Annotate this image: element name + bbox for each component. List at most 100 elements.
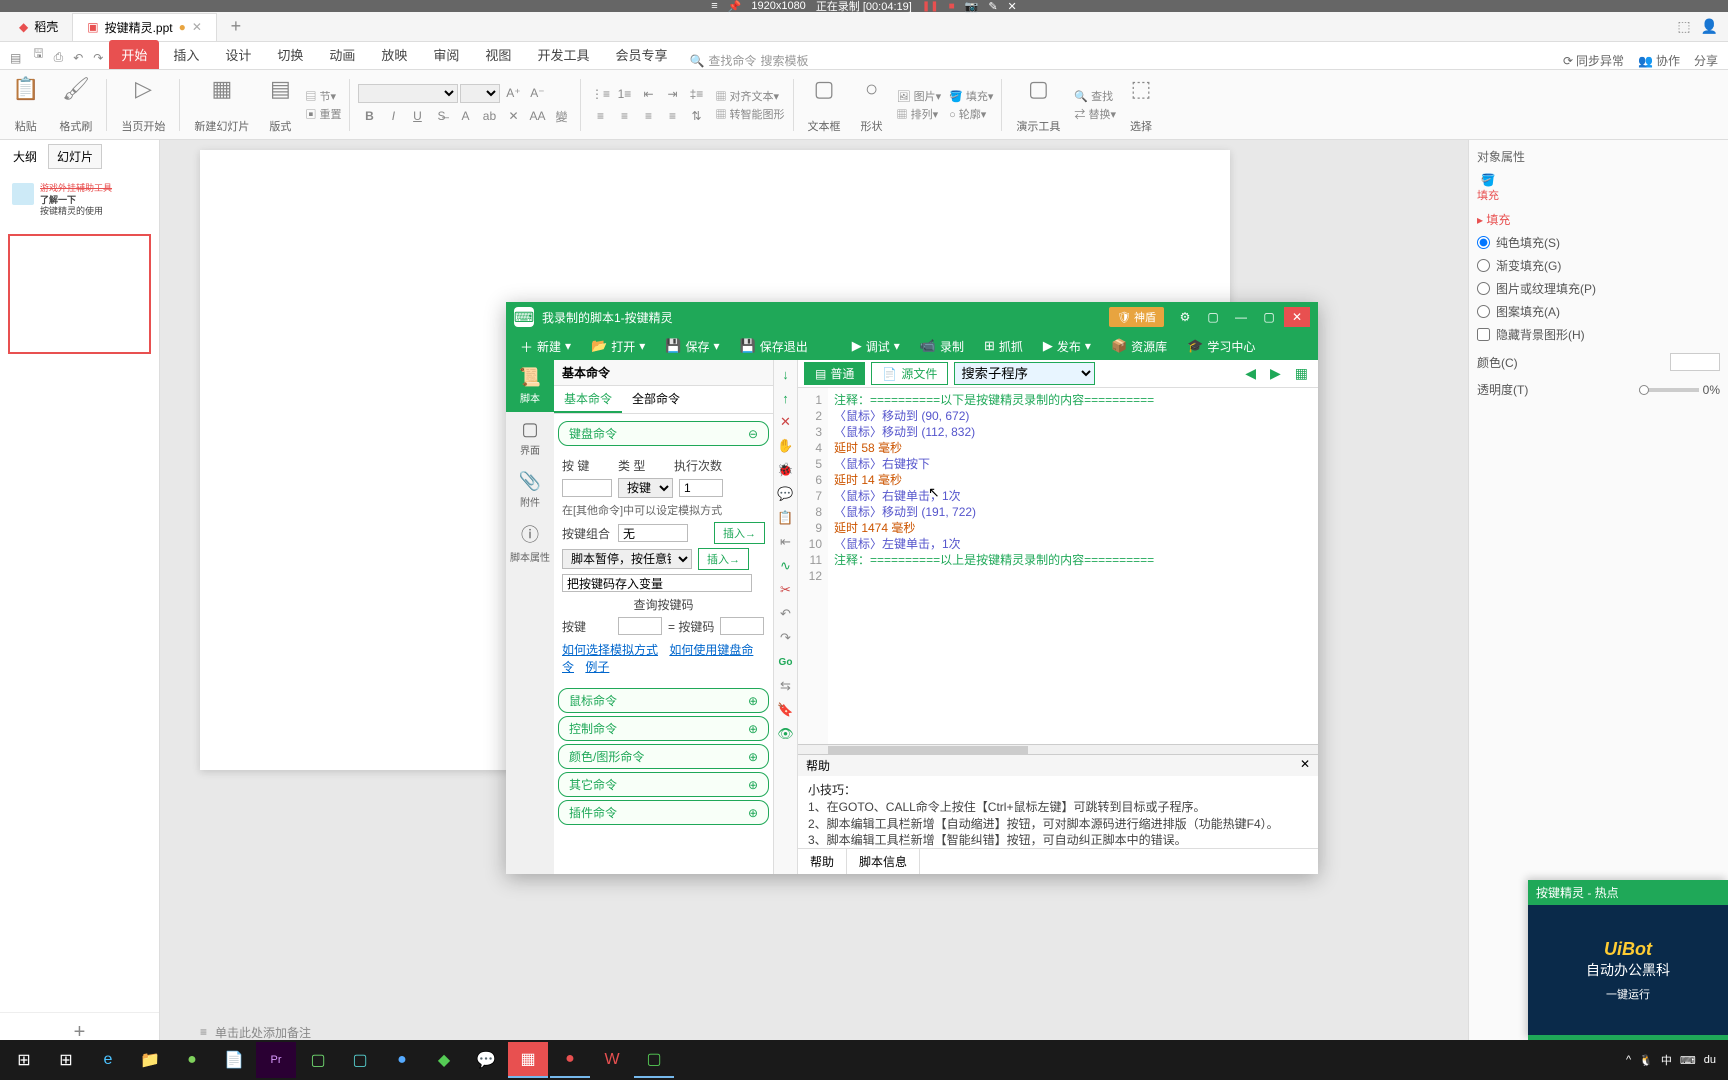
tb-premiere[interactable]: Pr (256, 1042, 296, 1078)
tb-pycharm[interactable]: ▢ (298, 1042, 338, 1078)
ribbon-tab-review[interactable]: 审阅 (421, 40, 471, 69)
link-sim-mode[interactable]: 如何选择模拟方式 (562, 643, 658, 657)
transparency-slider[interactable] (1639, 388, 1699, 392)
tb-wechat[interactable]: 💬 (466, 1042, 506, 1078)
tb-files[interactable]: 📄 (214, 1042, 254, 1078)
radio-picture[interactable] (1477, 282, 1490, 295)
find-button[interactable]: 🔍 查找 (1074, 88, 1116, 104)
all-cmd-tab[interactable]: 全部命令 (622, 386, 690, 413)
shape-button[interactable]: ○形状 (855, 74, 889, 136)
help-close-icon[interactable]: ✕ (1300, 757, 1310, 774)
slide-thumb-2-selected[interactable] (8, 234, 151, 354)
underline-icon[interactable]: U (406, 107, 428, 125)
decrease-font-icon[interactable]: A⁻ (526, 84, 548, 102)
layout-button[interactable]: ▤版式 (263, 74, 297, 136)
check-hide-bg[interactable] (1477, 328, 1490, 341)
lookup-key-input[interactable] (618, 617, 662, 635)
number-list-icon[interactable]: 1≡ (613, 85, 635, 103)
tb-app1[interactable]: ▢ (340, 1042, 380, 1078)
file-menu-icon[interactable]: ▤ (4, 47, 27, 69)
menu-new[interactable]: ＋新建▾ (512, 334, 579, 359)
tb-go-icon[interactable]: Go (776, 652, 796, 672)
tab-docer[interactable]: ◆稻壳 (5, 13, 72, 40)
new-slide[interactable]: ▦新建幻灯片 (188, 74, 255, 136)
basic-cmd-tab[interactable]: 基本命令 (554, 386, 622, 413)
share-button[interactable]: 分享 (1694, 52, 1718, 69)
menu-record[interactable]: 📹录制 (912, 335, 972, 358)
combo-input[interactable] (618, 524, 688, 542)
tb-jump-icon[interactable]: ⇆ (776, 676, 796, 696)
textbox-button[interactable]: ▢文本框 (802, 74, 847, 136)
smart-graphic-button[interactable]: ▦ 转智能图形 (715, 106, 784, 122)
tb-app2[interactable]: ● (382, 1042, 422, 1078)
radio-solid[interactable] (1477, 236, 1490, 249)
tb-browser[interactable]: ● (172, 1042, 212, 1078)
ribbon-tab-design[interactable]: 设计 (213, 40, 263, 69)
insert-image-button[interactable]: 🖼 图片▾ (897, 88, 942, 104)
close-icon[interactable]: ✕ (1284, 307, 1310, 327)
format-painter[interactable]: 🖌格式刷 (53, 74, 98, 136)
tb-w[interactable]: W (592, 1042, 632, 1078)
key-count-input[interactable] (679, 479, 723, 497)
tb-up-icon[interactable]: ↑ (776, 388, 796, 408)
align-right-icon[interactable]: ≡ (637, 107, 659, 125)
paste-group[interactable]: 📋粘贴 (6, 74, 45, 136)
stop-icon[interactable]: ■ (949, 1, 955, 12)
tb-hand-icon[interactable]: ✋ (776, 436, 796, 456)
radio-pattern[interactable] (1477, 305, 1490, 318)
menu-debug[interactable]: ▶调试▾ (844, 335, 908, 358)
menu-icon[interactable]: ≡ (711, 0, 717, 12)
ribbon-tab-view[interactable]: 视图 (473, 40, 523, 69)
ribbon-tab-start[interactable]: 开始 (109, 40, 159, 69)
shield-badge[interactable]: 🛡 神盾 (1109, 307, 1164, 327)
outline-button[interactable]: ○ 轮廓▾ (949, 106, 993, 122)
select-button[interactable]: ⬚选择 (1124, 74, 1158, 136)
section-keyboard[interactable]: 键盘命令⊖ (558, 421, 769, 446)
demo-tools-button[interactable]: ▢演示工具 (1010, 74, 1066, 136)
font-color-icon[interactable]: A (454, 107, 476, 125)
nav-prev-icon[interactable]: ◀ (1241, 365, 1260, 382)
menu-publish[interactable]: ▶发布▾ (1035, 335, 1099, 358)
menu-learn[interactable]: 🎓学习中心 (1179, 335, 1263, 358)
nav-next-icon[interactable]: ▶ (1266, 365, 1285, 382)
search-templates[interactable]: 搜索模板 (760, 52, 808, 69)
indent-decrease-icon[interactable]: ⇤ (637, 85, 659, 103)
redo-icon[interactable]: ↷ (89, 47, 107, 69)
insert-combo-button[interactable]: 插入→ (714, 522, 765, 544)
color-swatch[interactable] (1670, 353, 1720, 371)
increase-font-icon[interactable]: A⁺ (502, 84, 524, 102)
tb-scissors-icon[interactable]: ✂ (776, 580, 796, 600)
tb-edge[interactable]: e (88, 1042, 128, 1078)
tb-bookmark-icon[interactable]: 🔖 (776, 700, 796, 720)
tray-input-icon[interactable]: ⌨ (1680, 1054, 1696, 1067)
text-direction-icon[interactable]: ⇅ (685, 107, 707, 125)
horiz-scrollbar[interactable] (828, 746, 1028, 754)
tb-recorder[interactable]: ● (550, 1042, 590, 1078)
key-type-select[interactable]: 按键 (618, 478, 673, 498)
reset-button[interactable]: ▣ 重置 (305, 106, 341, 122)
nav-menu-icon[interactable]: ▦ (1291, 365, 1312, 382)
pin-icon[interactable]: 📌 (728, 0, 742, 13)
pencil-icon[interactable]: ✎ (988, 0, 997, 13)
section-plugin[interactable]: 插件命令⊕ (558, 800, 769, 825)
sync-status[interactable]: ⟳同步异常 (1563, 52, 1624, 69)
menu-capture[interactable]: ⊞抓抓 (976, 335, 1031, 358)
pause-icon[interactable]: ❚❚ (922, 1, 939, 12)
tray-ime[interactable]: 中 (1661, 1052, 1672, 1068)
indent-increase-icon[interactable]: ⇥ (661, 85, 683, 103)
align-text-button[interactable]: ▦ 对齐文本▾ (715, 88, 784, 104)
side-attach[interactable]: 📎附件 (506, 464, 554, 516)
menu-save[interactable]: 💾保存▾ (657, 335, 727, 358)
tray-qq-icon[interactable]: 🐧 (1639, 1054, 1653, 1067)
tb-wps[interactable]: ▦ (508, 1042, 548, 1078)
outline-tab[interactable]: 大纲 (4, 144, 46, 169)
font-size-select[interactable] (460, 84, 500, 103)
help-tab-help[interactable]: 帮助 (798, 849, 847, 874)
font-select[interactable] (358, 84, 458, 103)
arrange-button[interactable]: ▦ 排列▾ (897, 106, 942, 122)
bold-icon[interactable]: B (358, 107, 380, 125)
side-script[interactable]: 📜脚本 (506, 360, 554, 412)
tb-undo-icon[interactable]: ↶ (776, 604, 796, 624)
replace-button[interactable]: ⇄ 替换▾ (1074, 106, 1116, 122)
tb-delete-icon[interactable]: ✕ (776, 412, 796, 432)
